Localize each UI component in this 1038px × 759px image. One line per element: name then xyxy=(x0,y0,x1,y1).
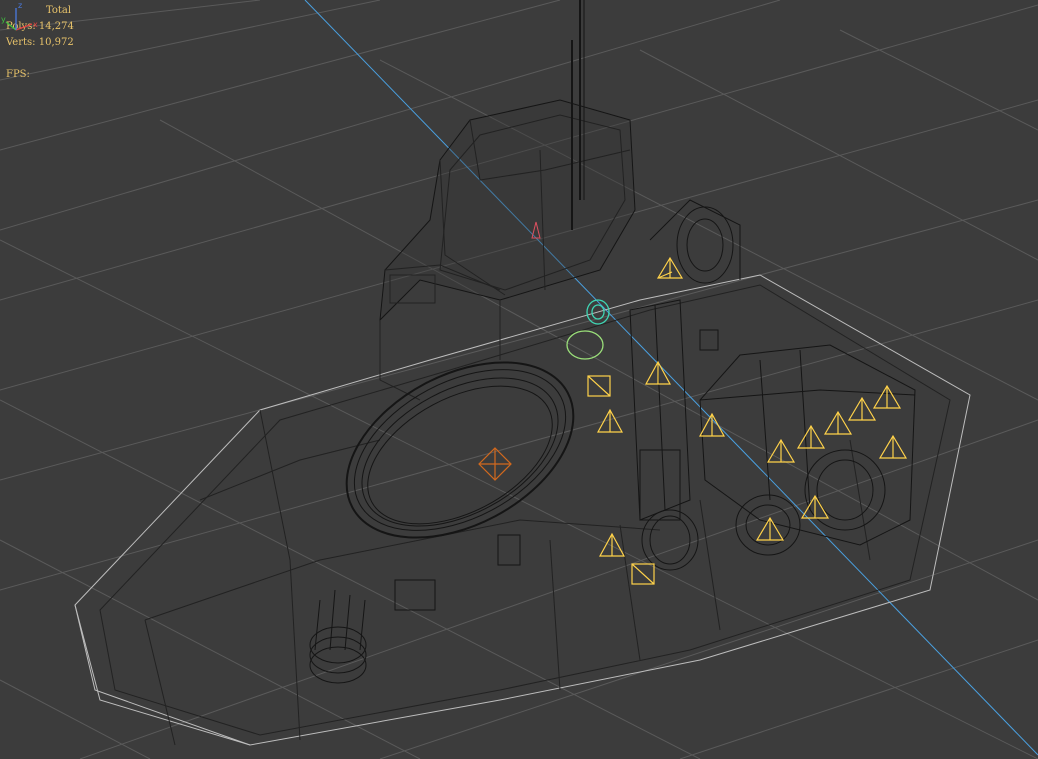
camera-target-line xyxy=(304,0,1038,756)
light-gizmo[interactable] xyxy=(755,516,785,541)
axis-tripod-icon: x y z xyxy=(1,1,38,31)
axis-x-label: x xyxy=(33,20,38,29)
camera-gizmo[interactable] xyxy=(566,299,610,360)
light-gizmo[interactable] xyxy=(656,256,684,279)
target-gizmo[interactable] xyxy=(478,447,512,481)
polys-value: 14,274 xyxy=(38,21,74,32)
light-gizmo[interactable] xyxy=(847,396,877,421)
verts-value: 10,972 xyxy=(38,37,74,48)
light-gizmo[interactable] xyxy=(796,424,826,449)
light-gizmo[interactable] xyxy=(872,384,902,409)
fps-row: FPS: xyxy=(6,67,74,83)
light-gizmo[interactable] xyxy=(766,438,796,463)
light-gizmo[interactable] xyxy=(598,532,626,557)
light-gizmo[interactable] xyxy=(631,563,655,585)
light-gizmo[interactable] xyxy=(823,410,853,435)
axis-y-label: y xyxy=(1,15,6,24)
light-gizmo[interactable] xyxy=(644,360,672,385)
light-gizmo[interactable] xyxy=(587,375,611,397)
wireframe-model[interactable] xyxy=(74,0,971,746)
axis-z-label: z xyxy=(18,1,22,10)
scene-canvas[interactable] xyxy=(0,0,1038,759)
stats-spacer xyxy=(6,51,74,67)
light-gizmo[interactable] xyxy=(878,434,908,459)
fps-label: FPS: xyxy=(6,69,30,80)
light-gizmo[interactable] xyxy=(596,408,624,433)
perspective-viewport[interactable]: Total Polys: 14,274 Verts: 10,972 FPS: x… xyxy=(0,0,1038,759)
